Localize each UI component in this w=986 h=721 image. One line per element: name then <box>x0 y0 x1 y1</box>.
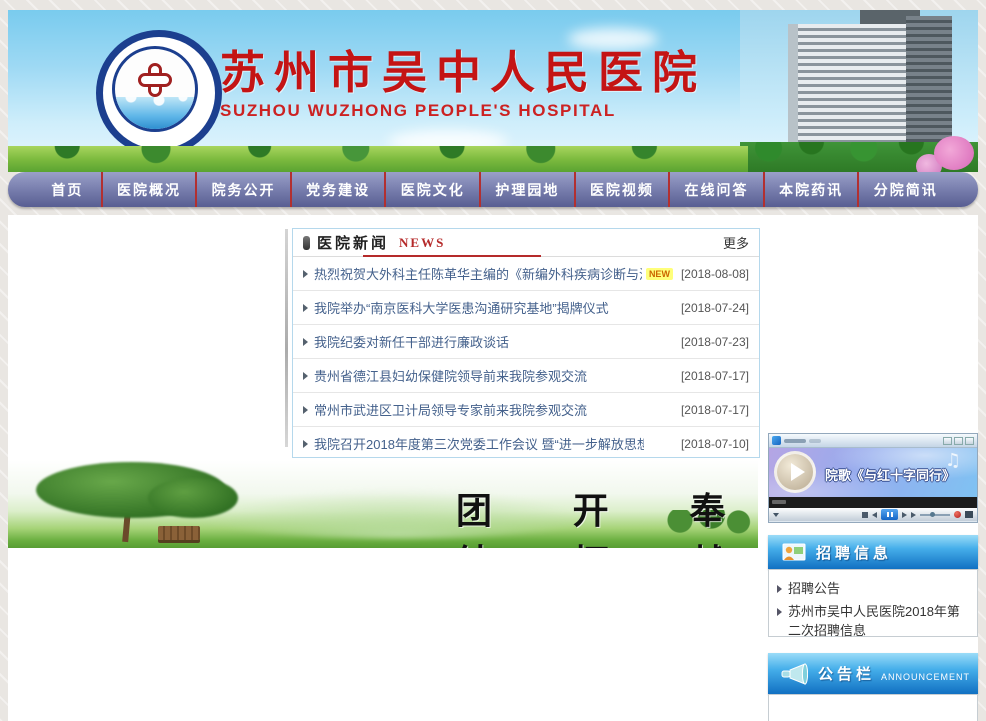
announcement-title-en: ANNOUNCEMENT <box>881 672 970 682</box>
volume-slider[interactable] <box>920 514 950 516</box>
arrow-icon <box>777 608 782 616</box>
previous-button[interactable] <box>872 512 877 518</box>
news-item-date: [2018-07-24] <box>673 301 749 315</box>
nav-item-video[interactable]: 医院视频 <box>574 172 669 207</box>
arrow-icon <box>303 304 308 312</box>
news-item-date: [2018-07-17] <box>673 369 749 383</box>
hospital-name: 苏州市吴中人民医院 SUZHOU WUZHONG PEOPLE'S HOSPIT… <box>220 50 740 121</box>
slogan-text: 团结 开拓 奉献 <box>456 482 758 548</box>
tree-decor <box>148 478 238 518</box>
news-item[interactable]: 我院纪委对新任干部进行廉政谈话 [2018-07-23] <box>293 325 759 359</box>
hospital-building-photo <box>740 10 978 172</box>
news-item-date: [2018-08-08] <box>673 267 749 281</box>
recruit-item[interactable]: 苏州市吴中人民医院2018年第二次招聘信息 <box>777 603 969 641</box>
news-header: 医院新闻 NEWS 更多 <box>293 229 759 257</box>
player-seekbar[interactable] <box>769 497 977 508</box>
video-caption: 院歌《与红十字同行》 <box>825 465 955 484</box>
recruit-item[interactable]: 招聘公告 <box>777 580 969 599</box>
slogan-word: 开拓 <box>573 482 642 548</box>
nav-item-nursing[interactable]: 护理园地 <box>479 172 574 207</box>
arrow-icon <box>303 270 308 278</box>
news-item[interactable]: 贵州省德江县妇幼保健院领导前来我院参观交流 [2018-07-17] <box>293 359 759 393</box>
arrow-icon <box>303 440 308 448</box>
message-button[interactable] <box>965 511 973 518</box>
news-title: 医院新闻 <box>317 232 389 253</box>
news-panel: 医院新闻 NEWS 更多 热烈祝贺大外科主任陈革华主编的《新编外科疾病诊断与治 … <box>292 228 760 458</box>
recruit-title: 招聘信息 <box>816 542 892 563</box>
maximize-icon[interactable] <box>954 437 963 445</box>
slogan-word: 奉献 <box>689 482 758 548</box>
nav-item-affairs[interactable]: 院务公开 <box>195 172 290 207</box>
nav-item-qa[interactable]: 在线问答 <box>668 172 763 207</box>
nav-item-home[interactable]: 首页 <box>34 172 101 207</box>
player-controls <box>769 508 977 521</box>
site-header: 苏州市吴中人民医院 SUZHOU WUZHONG PEOPLE'S HOSPIT… <box>8 10 978 172</box>
news-item-date: [2018-07-23] <box>673 335 749 349</box>
megaphone-icon <box>778 661 808 687</box>
news-item[interactable]: 常州市武进区卫计局领导专家前来我院参观交流 [2018-07-17] <box>293 393 759 427</box>
player-subtitle-text <box>809 439 821 443</box>
news-title-en: NEWS <box>399 235 445 251</box>
player-titlebar <box>769 434 977 448</box>
news-item-title[interactable]: 我院召开2018年度第三次党委工作会议 暨“进一步解放思想 <box>314 434 644 453</box>
hospital-name-cn: 苏州市吴中人民医院 <box>220 50 740 97</box>
player-title-text <box>784 439 806 443</box>
bench-decor <box>158 526 200 540</box>
hospital-name-en: SUZHOU WUZHONG PEOPLE'S HOSPITAL <box>220 101 740 121</box>
new-badge: NEW <box>646 268 673 280</box>
news-more-link[interactable]: 更多 <box>723 233 749 252</box>
nav-item-overview[interactable]: 医院概况 <box>101 172 196 207</box>
playlist-dropdown-icon[interactable] <box>773 513 779 517</box>
announcement-title: 公告栏 <box>818 663 875 684</box>
news-item[interactable]: 我院召开2018年度第三次党委工作会议 暨“进一步解放思想 [2018-07-1… <box>293 427 759 460</box>
recruit-list: 招聘公告 苏州市吴中人民医院2018年第二次招聘信息 <box>768 569 978 637</box>
arrow-icon <box>777 585 782 593</box>
news-item-title[interactable]: 热烈祝贺大外科主任陈革华主编的《新编外科疾病诊断与治 <box>314 264 642 283</box>
nav-item-party[interactable]: 党务建设 <box>290 172 385 207</box>
red-underline <box>363 255 541 257</box>
video-player: ♫ ♪ 院歌《与红十字同行》 <box>768 433 978 523</box>
news-list: 热烈祝贺大外科主任陈革华主编的《新编外科疾病诊断与治 NEW [2018-08-… <box>293 257 759 460</box>
announcement-list: 苏州市吴中人民医院二期工程决策事 吴中人民医院途经公交 吴中人民医院地理位置 <box>768 694 978 721</box>
hospital-logo <box>96 30 222 156</box>
player-logo-icon <box>772 436 781 445</box>
stop-button[interactable] <box>862 512 868 518</box>
announcement-header: 公告栏 ANNOUNCEMENT <box>768 653 978 694</box>
player-screen: ♫ ♪ 院歌《与红十字同行》 <box>769 448 977 497</box>
news-item[interactable]: 热烈祝贺大外科主任陈革华主编的《新编外科疾病诊断与治 NEW [2018-08-… <box>293 257 759 291</box>
slogan-word: 团结 <box>456 482 525 548</box>
bullet-bar-icon <box>303 236 310 250</box>
arrow-icon <box>303 406 308 414</box>
news-item-date: [2018-07-10] <box>673 437 749 451</box>
arrow-icon <box>303 372 308 380</box>
grass-decor <box>8 146 748 172</box>
page: 苏州市吴中人民医院 SUZHOU WUZHONG PEOPLE'S HOSPIT… <box>0 0 986 721</box>
red-cross-icon <box>138 63 172 97</box>
record-button[interactable] <box>954 511 961 518</box>
news-item-title[interactable]: 我院纪委对新任干部进行廉政谈话 <box>314 332 509 351</box>
main-nav: 首页 医院概况 院务公开 党务建设 医院文化 护理园地 医院视频 在线问答 本院… <box>8 172 978 207</box>
next-button[interactable] <box>902 512 907 518</box>
slogan-banner: 团结 开拓 奉献 <box>8 460 758 548</box>
news-item-title[interactable]: 我院举办“南京医科大学医患沟通研究基地”揭牌仪式 <box>314 298 609 317</box>
cloud-decor <box>568 28 658 50</box>
main-content: 医院新闻 NEWS 更多 热烈祝贺大外科主任陈革华主编的《新编外科疾病诊断与治 … <box>8 215 978 721</box>
nav-item-branch[interactable]: 分院简讯 <box>857 172 952 207</box>
recruit-header: 招聘信息 <box>768 535 978 569</box>
nav-item-pharmacy[interactable]: 本院药讯 <box>763 172 858 207</box>
play-button[interactable] <box>774 451 816 493</box>
arrow-icon <box>303 338 308 346</box>
recruit-icon <box>782 543 806 561</box>
nav-item-culture[interactable]: 医院文化 <box>384 172 479 207</box>
volume-icon[interactable] <box>911 512 916 518</box>
slideshow-placeholder <box>285 229 288 447</box>
close-icon[interactable] <box>965 437 974 445</box>
minimize-icon[interactable] <box>943 437 952 445</box>
news-item-title[interactable]: 贵州省德江县妇幼保健院领导前来我院参观交流 <box>314 366 587 385</box>
pause-button[interactable] <box>881 509 898 520</box>
news-item-title[interactable]: 常州市武进区卫计局领导专家前来我院参观交流 <box>314 400 587 419</box>
news-item[interactable]: 我院举办“南京医科大学医患沟通研究基地”揭牌仪式 [2018-07-24] <box>293 291 759 325</box>
news-item-date: [2018-07-17] <box>673 403 749 417</box>
wave-decor <box>115 97 195 129</box>
